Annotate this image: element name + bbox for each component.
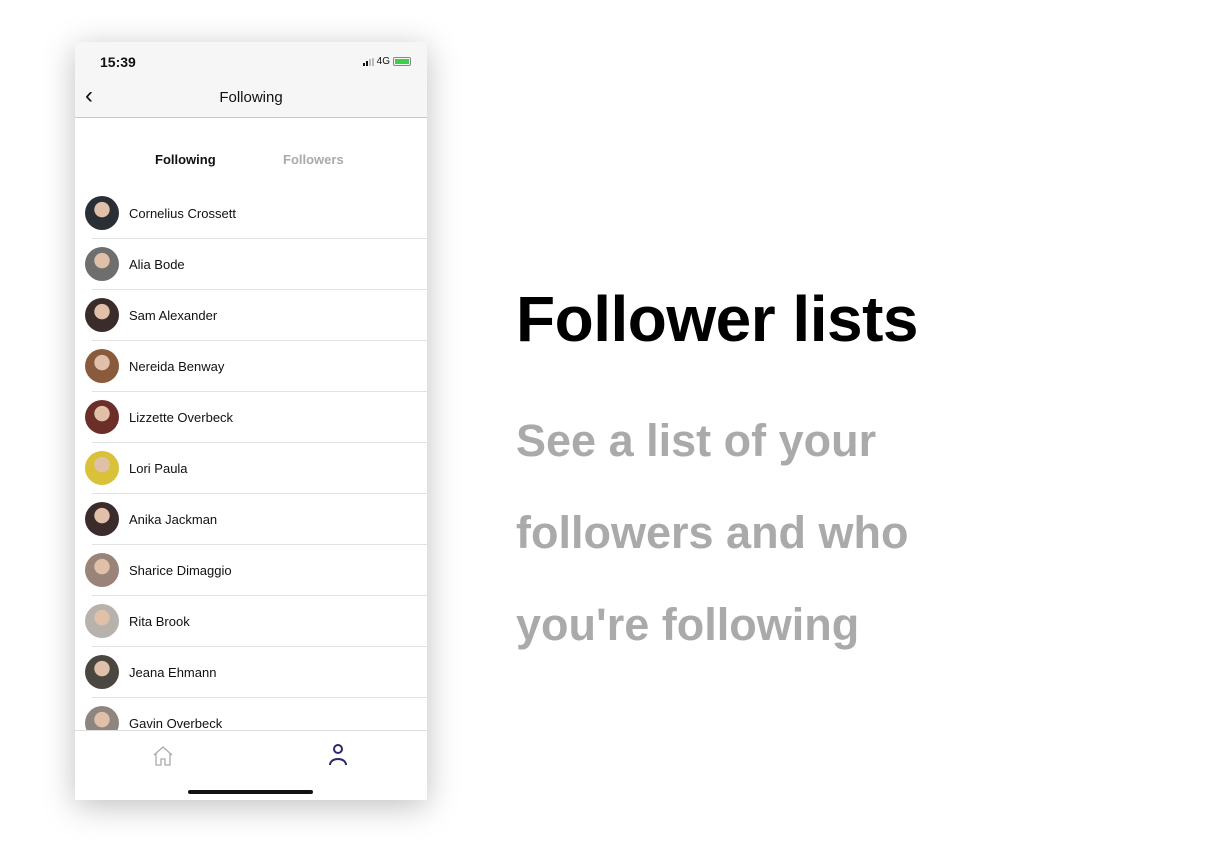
network-label: 4G xyxy=(376,56,390,67)
avatar xyxy=(85,451,119,485)
avatar xyxy=(85,706,119,730)
person-name: Lizzette Overbeck xyxy=(129,410,234,425)
avatar xyxy=(85,247,119,281)
person-name: Gavin Overbeck xyxy=(129,716,223,730)
list-item[interactable]: Lori Paula xyxy=(75,443,427,494)
tab-followers[interactable]: Followers xyxy=(283,152,344,167)
avatar xyxy=(85,298,119,332)
status-time: 15:39 xyxy=(100,54,136,70)
list-item[interactable]: Alia Bode xyxy=(75,239,427,290)
person-name: Rita Brook xyxy=(129,614,190,629)
avatar xyxy=(85,400,119,434)
person-name: Sharice Dimaggio xyxy=(129,563,232,578)
list-item[interactable]: Sharice Dimaggio xyxy=(75,545,427,596)
list-item[interactable]: Rita Brook xyxy=(75,596,427,647)
subtitle-line: See a list of your xyxy=(516,415,877,466)
home-icon[interactable] xyxy=(152,745,174,767)
promo-subtitle: See a list of your followers and who you… xyxy=(516,395,1016,671)
person-name: Cornelius Crossett xyxy=(129,206,236,221)
tab-following[interactable]: Following xyxy=(155,152,216,167)
subtitle-line: you're following xyxy=(516,599,860,650)
bottom-tab-bar xyxy=(75,730,427,800)
page-title: Following xyxy=(219,89,283,106)
promo-title: Follower lists xyxy=(516,283,918,355)
status-icons: 4G xyxy=(362,56,411,67)
person-name: Alia Bode xyxy=(129,257,185,272)
battery-icon xyxy=(393,57,411,66)
avatar xyxy=(85,502,119,536)
signal-icon xyxy=(362,57,374,66)
people-list[interactable]: Cornelius Crossett Alia Bode Sam Alexander… xyxy=(75,188,427,730)
avatar xyxy=(85,655,119,689)
home-indicator xyxy=(188,790,313,794)
phone-screen: 15:39 4G ‹ Following Following Followers… xyxy=(75,42,427,800)
list-item[interactable]: Gavin Overbeck xyxy=(75,698,427,730)
person-name: Lori Paula xyxy=(129,461,188,476)
subtitle-line: followers and who xyxy=(516,507,909,558)
list-item[interactable]: Nereida Benway xyxy=(75,341,427,392)
avatar xyxy=(85,553,119,587)
person-name: Sam Alexander xyxy=(129,308,218,323)
list-item[interactable]: Lizzette Overbeck xyxy=(75,392,427,443)
list-item[interactable]: Cornelius Crossett xyxy=(75,188,427,239)
list-item[interactable]: Anika Jackman xyxy=(75,494,427,545)
avatar xyxy=(85,349,119,383)
list-item[interactable]: Sam Alexander xyxy=(75,290,427,341)
avatar xyxy=(85,196,119,230)
header: 15:39 4G ‹ Following xyxy=(75,42,427,118)
person-name: Anika Jackman xyxy=(129,512,218,527)
avatar xyxy=(85,604,119,638)
person-name: Jeana Ehmann xyxy=(129,665,217,680)
person-icon[interactable] xyxy=(328,743,348,767)
person-name: Nereida Benway xyxy=(129,359,225,374)
list-item[interactable]: Jeana Ehmann xyxy=(75,647,427,698)
